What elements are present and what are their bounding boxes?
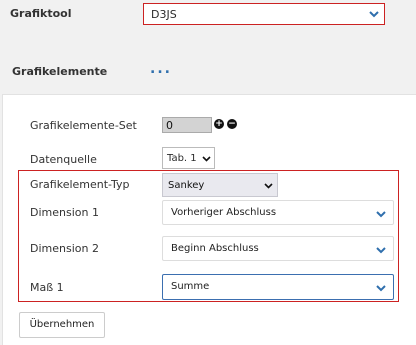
grafikelemente-label: Grafikelemente	[12, 65, 108, 78]
set-input-value: 0	[166, 119, 173, 132]
datenquelle-select[interactable]: Tab. 1	[162, 147, 215, 169]
chevron-down-icon	[376, 247, 386, 254]
chevron-down-icon	[202, 156, 211, 162]
dimension-2-value: Beginn Abschluss	[171, 243, 259, 254]
dimension-2-label: Dimension 2	[30, 242, 99, 255]
mass-1-value: Summe	[171, 281, 210, 292]
apply-button[interactable]: Übernehmen	[19, 312, 105, 338]
dimension-2-select[interactable]: Beginn Abschluss	[162, 236, 394, 261]
grafikelement-typ-label: Grafikelement-Typ	[30, 178, 130, 191]
mass-1-select[interactable]: Summe	[162, 274, 394, 300]
grafiktool-label: Grafiktool	[10, 7, 72, 20]
chevron-down-icon	[376, 211, 386, 218]
grafiktool-select[interactable]: D3JS	[143, 3, 385, 25]
chevron-down-icon	[376, 285, 386, 292]
plus-circle-icon[interactable]: +	[214, 119, 224, 129]
grafikelement-typ-value: Sankey	[168, 180, 205, 191]
set-input[interactable]: 0	[162, 117, 212, 133]
chevron-down-icon	[369, 11, 379, 18]
chevron-down-icon	[264, 183, 273, 189]
grafiktool-select-value: D3JS	[151, 8, 177, 21]
set-label: Grafikelemente-Set	[30, 119, 137, 132]
minus-circle-icon[interactable]: −	[227, 119, 237, 129]
more-options-icon[interactable]: ...	[150, 61, 172, 77]
mass-1-label: Maß 1	[30, 281, 64, 294]
datenquelle-label: Datenquelle	[30, 153, 97, 166]
dimension-1-label: Dimension 1	[30, 206, 99, 219]
datenquelle-select-value: Tab. 1	[167, 153, 197, 164]
dimension-1-value: Vorheriger Abschluss	[171, 207, 277, 218]
dimension-1-select[interactable]: Vorheriger Abschluss	[162, 200, 394, 225]
grafikelement-typ-select[interactable]: Sankey	[162, 173, 278, 197]
